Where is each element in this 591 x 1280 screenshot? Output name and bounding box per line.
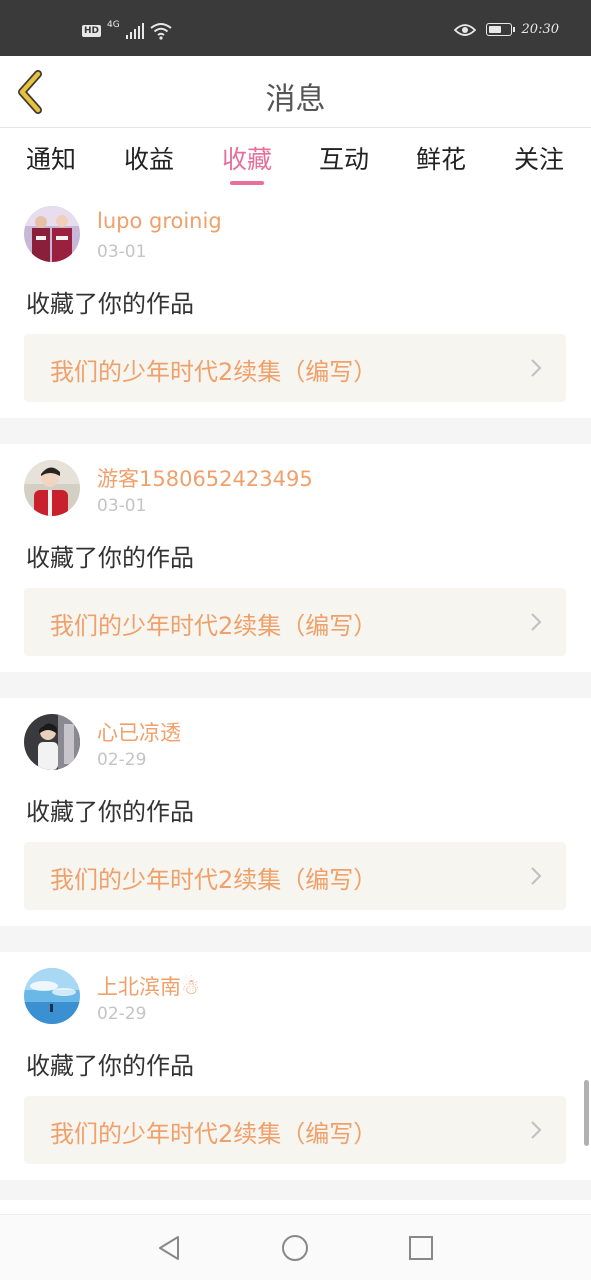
recents-square-icon[interactable] [406, 1233, 436, 1263]
signal-icon [125, 23, 144, 39]
work-title: 我们的少年时代2续集（编写） [50, 866, 378, 894]
message-date: 03-01 [97, 496, 147, 516]
active-tab-indicator [230, 181, 264, 185]
avatar[interactable] [24, 968, 80, 1024]
username[interactable]: 游客1580652423495 [97, 463, 313, 493]
action-text: 收藏了你的作品 [26, 1052, 194, 1080]
message-card: lupo groinig 03-01 收藏了你的作品 我们的少年时代2续集（编写… [0, 190, 591, 418]
work-title: 我们的少年时代2续集（编写） [50, 358, 378, 386]
tab-favorites[interactable]: 收藏 [222, 140, 272, 176]
avatar[interactable] [24, 460, 80, 516]
chevron-right-icon [531, 359, 542, 377]
wifi-icon [150, 23, 172, 40]
tab-bar: 通知 收益 收藏 互动 鲜花 关注 [0, 128, 591, 190]
hd-badge: HD [82, 25, 102, 37]
action-text: 收藏了你的作品 [26, 798, 194, 826]
chevron-right-icon [531, 613, 542, 631]
tab-interactions[interactable]: 互动 [319, 140, 369, 176]
clock: 20:30 [521, 22, 559, 37]
chevron-right-icon [531, 1121, 542, 1139]
chevron-right-icon [531, 867, 542, 885]
message-date: 02-29 [97, 1004, 147, 1024]
work-link[interactable]: 我们的少年时代2续集（编写） [24, 588, 566, 656]
username[interactable]: lupo groinig [97, 209, 222, 233]
action-text: 收藏了你的作品 [26, 290, 194, 318]
status-right: 20:30 [453, 22, 559, 37]
tab-notifications[interactable]: 通知 [26, 140, 76, 176]
back-triangle-icon[interactable] [154, 1233, 184, 1263]
avatar[interactable] [24, 714, 80, 770]
battery-icon [485, 23, 515, 36]
home-circle-icon[interactable] [280, 1233, 310, 1263]
system-nav-bar [0, 1214, 591, 1280]
action-text: 收藏了你的作品 [26, 544, 194, 572]
message-card: 游客1580652423495 03-01 收藏了你的作品 我们的少年时代2续集… [0, 444, 591, 672]
app-header: 消息 [0, 56, 591, 128]
username[interactable]: 心已凉透 [97, 717, 181, 747]
avatar[interactable] [24, 206, 80, 262]
message-date: 02-29 [97, 750, 147, 770]
work-title: 我们的少年时代2续集（编写） [50, 612, 378, 640]
work-link[interactable]: 我们的少年时代2续集（编写） [24, 842, 566, 910]
message-card: 上北滨南☃ 02-29 收藏了你的作品 我们的少年时代2续集（编写） [0, 952, 591, 1180]
message-card: 心已凉透 02-29 收藏了你的作品 我们的少年时代2续集（编写） [0, 698, 591, 926]
tab-flowers[interactable]: 鲜花 [416, 140, 466, 176]
network-type: 4G [107, 20, 120, 30]
username[interactable]: 上北滨南☃ [97, 971, 200, 1001]
tab-earnings[interactable]: 收益 [124, 140, 174, 176]
page-title: 消息 [265, 82, 326, 117]
work-link[interactable]: 我们的少年时代2续集（编写） [24, 1096, 566, 1164]
work-link[interactable]: 我们的少年时代2续集（编写） [24, 334, 566, 402]
eye-icon [453, 23, 476, 36]
status-bar: HD 4G 20:30 [0, 0, 591, 56]
status-left: HD 4G [82, 20, 172, 40]
work-title: 我们的少年时代2续集（编写） [50, 1120, 378, 1148]
message-date: 03-01 [97, 242, 147, 262]
scrollbar[interactable] [584, 1080, 589, 1146]
tab-following[interactable]: 关注 [514, 140, 564, 176]
